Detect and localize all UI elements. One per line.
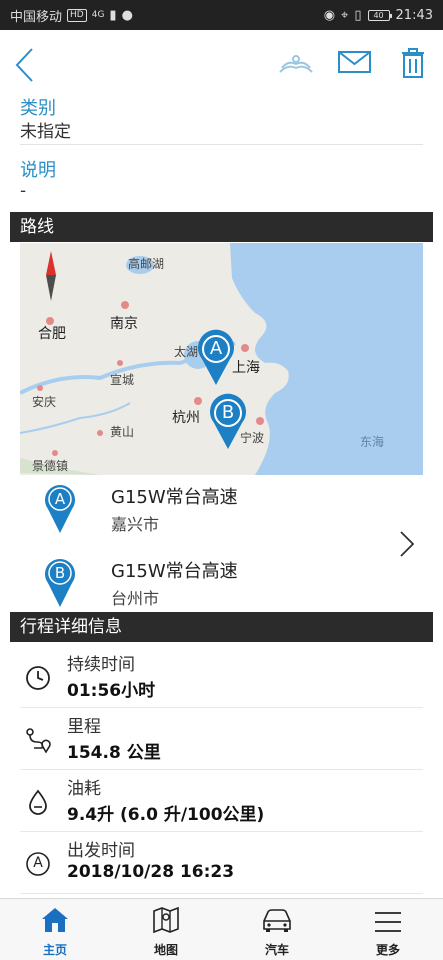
departure-row: A 出发时间 2018/10/28 16:23 [20, 832, 423, 894]
divider [20, 144, 423, 145]
description-label: 说明 [20, 160, 56, 181]
end-pin: B [44, 557, 76, 607]
location-icon: ⌖ [341, 7, 349, 23]
start-road: G15W常台高速 [111, 487, 238, 508]
map-label-hefei: 合肥 [38, 326, 66, 342]
status-bar: 中国移动 HD 4G ▮ ● ◉ ⌖ ▯ 40 21:43 [0, 0, 443, 30]
map-label-anqing: 安庆 [32, 395, 57, 409]
tab-map-label: 地图 [153, 943, 178, 957]
map-marker-b[interactable]: B [208, 393, 248, 449]
carrier-name: 中国移动 [10, 9, 63, 25]
chevron-right-icon[interactable] [399, 530, 415, 558]
map-label-xuancheng: 宣城 [110, 373, 135, 387]
map-label-donghai: 东海 [360, 435, 385, 449]
category-value: 未指定 [20, 122, 71, 142]
duration-value: 01:56小时 [67, 681, 156, 701]
route-end-item[interactable]: B G15W常台高速 台州市 [20, 549, 423, 615]
departure-icon-letter: A [33, 855, 43, 871]
route-map[interactable]: 高邮湖 合肥 南京 太湖 上海 宣城 安庆 杭州 黄山 宁波 景德镇 东海 A … [20, 243, 423, 475]
hd-badge: HD [67, 8, 87, 22]
bottom-tab-bar: 主页 地图 汽车 更多 [0, 898, 443, 960]
start-pin-letter: A [54, 490, 66, 508]
route-section-header: 路线 [10, 212, 433, 242]
compass-icon[interactable] [40, 251, 62, 301]
departure-label: 出发时间 [67, 841, 135, 861]
route-start-item[interactable]: A G15W常台高速 嘉兴市 [20, 475, 423, 541]
header [0, 30, 443, 98]
map-label-gaoyou: 高邮湖 [128, 257, 165, 271]
map-label-jingdezhen: 景德镇 [32, 459, 69, 473]
clock: 21:43 [395, 7, 433, 23]
map-label-huangshan: 黄山 [110, 425, 135, 439]
battery-icon: 40 [367, 9, 392, 21]
eye-icon: ◉ [323, 7, 336, 23]
end-road: G15W常台高速 [111, 561, 238, 582]
distance-row: 里程 154.8 公里 [20, 708, 423, 770]
description-value: - [20, 181, 27, 201]
tab-map[interactable]: 地图 [111, 899, 221, 960]
route-distance-icon [26, 728, 51, 754]
map-marker-a-letter: A [209, 338, 223, 359]
vibrate-icon: ▯ [354, 7, 362, 23]
trip-details-header: 行程详细信息 [10, 612, 433, 642]
end-pin-letter: B [54, 564, 66, 582]
fuel-value: 9.4升 (6.0 升/100公里) [67, 805, 265, 825]
fuel-drop-icon [29, 789, 47, 815]
fuel-label: 油耗 [67, 779, 101, 799]
fuel-row: 油耗 9.4升 (6.0 升/100公里) [20, 770, 423, 832]
chat-icon: ● [121, 7, 133, 23]
network-type: 4G [91, 9, 105, 20]
mail-icon[interactable] [338, 50, 371, 74]
tab-home-label: 主页 [42, 943, 67, 957]
tab-more[interactable]: 更多 [333, 899, 443, 960]
back-icon[interactable] [12, 46, 38, 84]
start-pin: A [44, 483, 76, 533]
tab-car[interactable]: 汽车 [222, 899, 332, 960]
map-icon [153, 907, 179, 933]
map-marker-a[interactable]: A [196, 329, 236, 385]
duration-row: 持续时间 01:56小时 [20, 646, 423, 708]
duration-label: 持续时间 [67, 655, 135, 675]
departure-a-icon: A [24, 850, 52, 878]
map-label-hangzhou: 杭州 [172, 410, 200, 426]
map-label-taihu: 太湖 [174, 345, 199, 359]
departure-value: 2018/10/28 16:23 [67, 862, 235, 882]
tab-more-label: 更多 [375, 943, 400, 957]
start-city: 嘉兴市 [111, 515, 160, 534]
map-marker-b-letter: B [221, 402, 235, 423]
end-city: 台州市 [111, 589, 160, 608]
car-icon [263, 909, 291, 932]
route-endpoints[interactable]: A G15W常台高速 嘉兴市 B G15W常台高速 台州市 [20, 475, 423, 610]
home-icon [42, 908, 68, 932]
trash-icon[interactable] [401, 48, 425, 78]
map-label-shanghai: 上海 [232, 360, 260, 376]
menu-icon [375, 912, 401, 932]
tab-home[interactable]: 主页 [0, 899, 110, 960]
cloud-share-icon[interactable] [278, 50, 314, 78]
distance-value: 154.8 公里 [67, 743, 161, 763]
map-label-nanjing: 南京 [110, 316, 138, 332]
clock-icon [26, 666, 50, 690]
distance-label: 里程 [67, 717, 101, 737]
tab-car-label: 汽车 [264, 943, 289, 957]
battery-level: 40 [373, 10, 384, 20]
signal-icon: ▮ [109, 7, 117, 23]
